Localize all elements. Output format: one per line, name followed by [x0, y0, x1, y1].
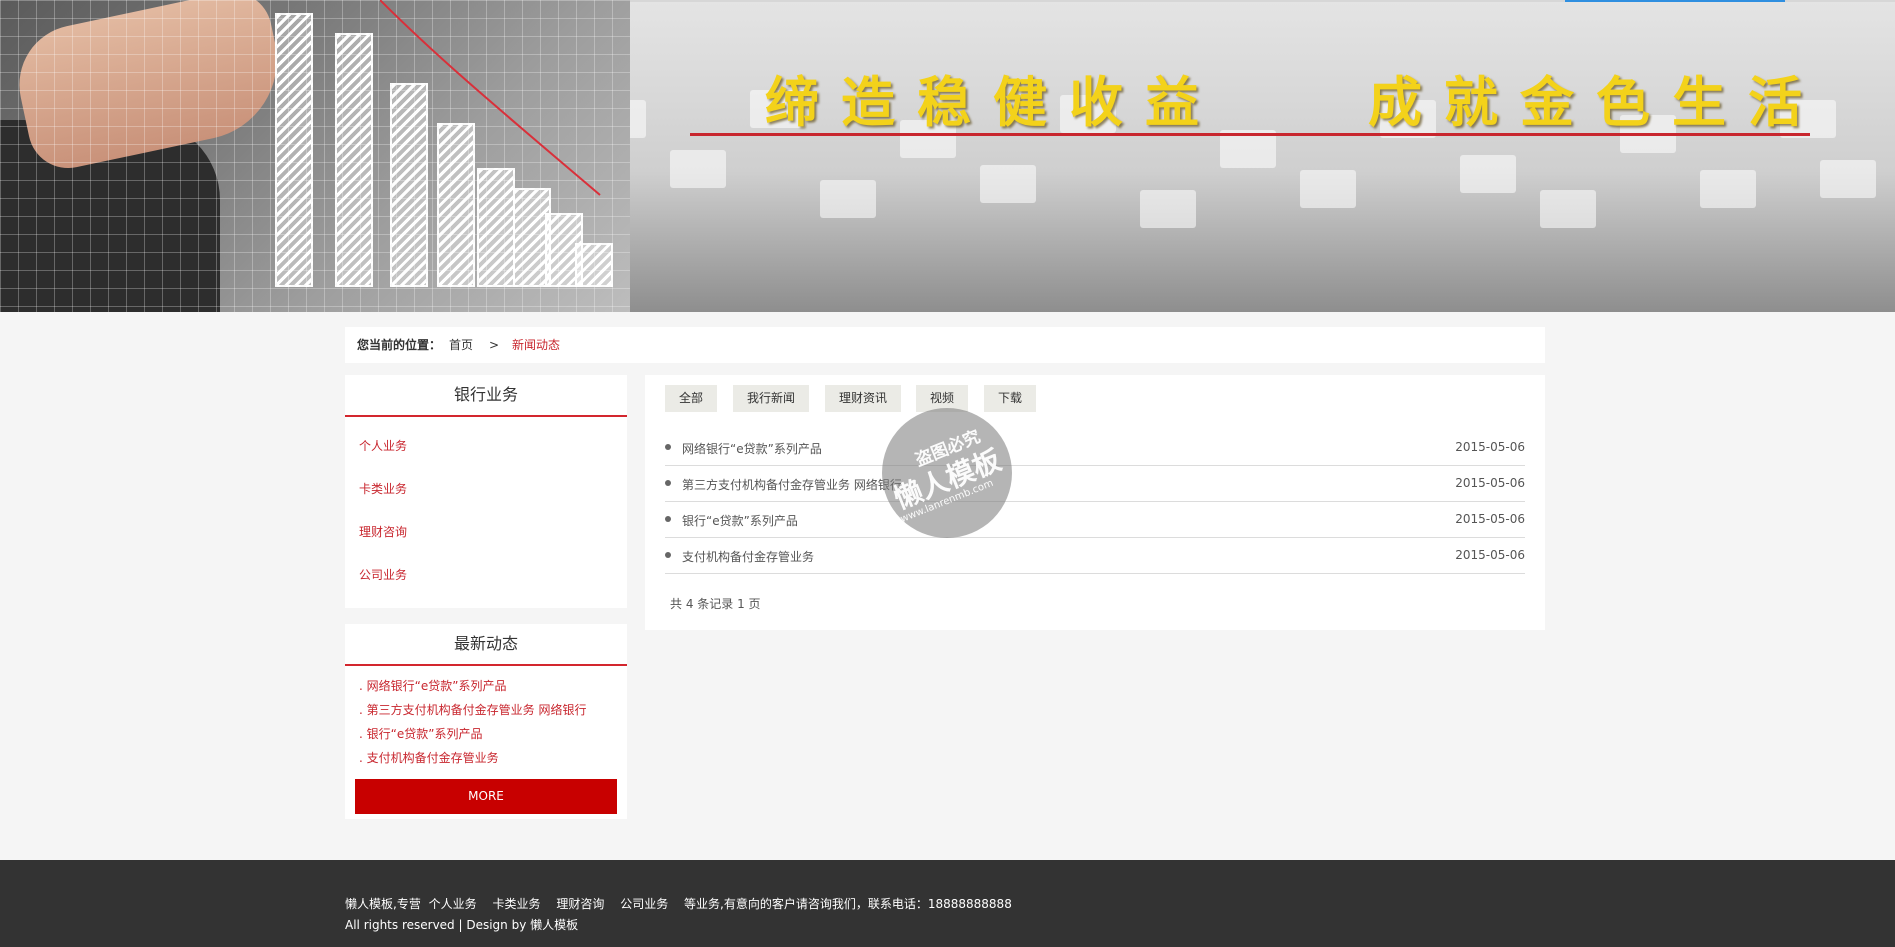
article-date: 2015-05-06 — [1455, 512, 1525, 526]
sidebar-categories-title: 银行业务 — [345, 375, 627, 417]
banner-hand-image — [0, 0, 630, 312]
watermark-badge: 盗图必究 懒人模板 www.lanrenmb.com — [882, 408, 1012, 538]
footer-prefix: 懒人模板,专营 — [345, 897, 421, 911]
hero-banner: 缔造稳健收益 成就金色生活 — [0, 0, 1895, 312]
footer-info: 懒人模板,专营 个人业务 卡类业务 理财咨询 公司业务 等业务,有意向的客户请咨… — [345, 895, 1024, 912]
latest-news-item[interactable]: . 支付机构备付金存管业务 — [359, 749, 499, 766]
article-title[interactable]: 银行“e贷款”系列产品 — [682, 512, 798, 529]
article-title[interactable]: 第三方支付机构备付金存管业务 网络银行 — [682, 476, 902, 493]
footer-link-corporate[interactable]: 公司业务 — [620, 897, 668, 911]
footer-suffix: 等业务,有意向的客户请咨询我们，联系电话：18888888888 — [684, 897, 1012, 911]
breadcrumb-home-link[interactable]: 首页 — [449, 327, 473, 363]
bullet-icon — [665, 552, 671, 558]
active-nav-indicator — [1565, 0, 1785, 2]
tab-bank-news[interactable]: 我行新闻 — [733, 385, 810, 412]
footer-link-personal[interactable]: 个人业务 — [429, 897, 477, 911]
article-row[interactable]: 第三方支付机构备付金存管业务 网络银行 2015-05-06 — [665, 465, 1525, 502]
banner-slogan-right: 成就金色生活 — [1368, 71, 1824, 134]
latest-news-item[interactable]: . 银行“e贷款”系列产品 — [359, 725, 482, 742]
sidebar-item-corporate[interactable]: 公司业务 — [359, 566, 407, 583]
breadcrumb-separator: > — [489, 338, 500, 352]
latest-news-item[interactable]: . 网络银行“e贷款”系列产品 — [359, 677, 506, 694]
more-button[interactable]: MORE — [355, 779, 617, 814]
footer: 懒人模板,专营 个人业务 卡类业务 理财咨询 公司业务 等业务,有意向的客户请咨… — [0, 860, 1895, 947]
tab-download[interactable]: 下载 — [984, 385, 1037, 412]
tab-all[interactable]: 全部 — [665, 385, 718, 412]
sidebar-categories: 银行业务 个人业务 卡类业务 理财咨询 公司业务 — [345, 375, 627, 608]
sidebar-latest-news: 最新动态 . 网络银行“e贷款”系列产品 . 第三方支付机构备付金存管业务 网络… — [345, 624, 627, 819]
bullet-icon — [665, 444, 671, 450]
sidebar-item-personal[interactable]: 个人业务 — [359, 437, 407, 454]
news-list-panel: 全部 我行新闻 理财资讯 视频 下载 网络银行“e贷款”系列产品 2015-05… — [645, 375, 1545, 630]
footer-link-wealth[interactable]: 理财咨询 — [556, 897, 604, 911]
sidebar-item-wealth[interactable]: 理财咨询 — [359, 523, 407, 540]
tab-wealth-info[interactable]: 理财资讯 — [825, 385, 902, 412]
trend-line-icon — [380, 0, 601, 196]
article-date: 2015-05-06 — [1455, 440, 1525, 454]
breadcrumb: 您当前的位置： 首页 > 新闻动态 — [345, 327, 1545, 363]
sidebar-item-card[interactable]: 卡类业务 — [359, 480, 407, 497]
pagination-info: 共 4 条记录 1 页 — [670, 597, 761, 611]
bullet-icon — [665, 516, 671, 522]
article-date: 2015-05-06 — [1455, 548, 1525, 562]
sidebar-news-title: 最新动态 — [345, 624, 627, 666]
article-row[interactable]: 支付机构备付金存管业务 2015-05-06 — [665, 537, 1525, 574]
article-title[interactable]: 网络银行“e贷款”系列产品 — [682, 440, 822, 457]
article-row[interactable]: 银行“e贷款”系列产品 2015-05-06 — [665, 501, 1525, 538]
bullet-icon — [665, 480, 671, 486]
footer-link-card[interactable]: 卡类业务 — [493, 897, 541, 911]
breadcrumb-label: 您当前的位置： — [357, 338, 442, 352]
article-title[interactable]: 支付机构备付金存管业务 — [682, 548, 814, 565]
banner-slogan-left: 缔造稳健收益 — [765, 71, 1221, 134]
latest-news-item[interactable]: . 第三方支付机构备付金存管业务 网络银行 — [359, 701, 586, 718]
article-date: 2015-05-06 — [1455, 476, 1525, 490]
footer-copyright: All rights reserved | Design by 懒人模板 — [345, 918, 579, 932]
breadcrumb-current[interactable]: 新闻动态 — [512, 327, 560, 363]
article-row[interactable]: 网络银行“e贷款”系列产品 2015-05-06 — [665, 429, 1525, 466]
banner-red-line — [690, 133, 1810, 136]
